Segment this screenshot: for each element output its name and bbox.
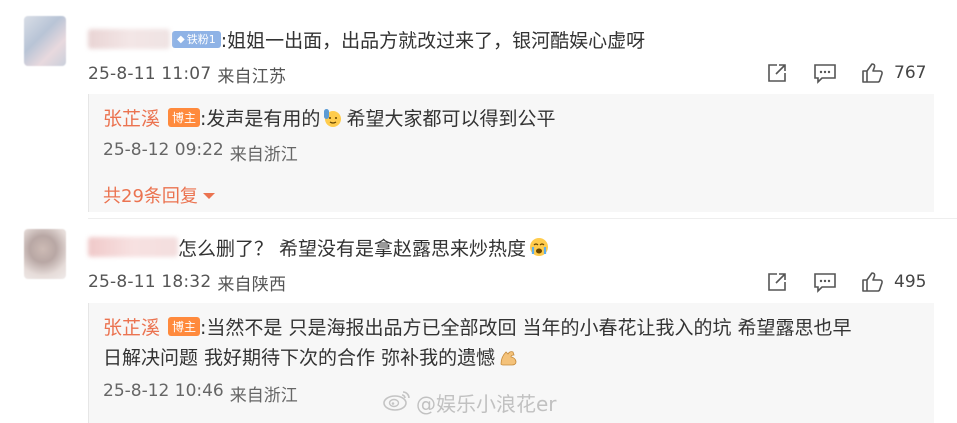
caret-down-icon [202,185,216,206]
more-replies-link[interactable]: 共29条回复 [103,182,216,208]
comment-main-line: ◆ 铁粉1 :姐姐一出面，出品方就改过来了，银河酷娱心虚呀 [88,26,645,52]
reply-location: 来自浙江 [229,145,298,165]
blurred-username[interactable] [88,237,178,257]
crying-emoji [528,236,550,258]
reply-text: :发声是有用的 [200,108,321,130]
avatar[interactable] [24,16,66,66]
reply-text: :当然不是 只是海报出品方已全部改回 当年的小春花让我入的坑 希望露思也早 [200,317,852,339]
fan-badge: ◆ 铁粉1 [172,30,221,48]
reply-author[interactable]: 张芷溪 [103,313,160,340]
like-count: 495 [894,272,927,292]
watermark-text: @娱乐小浪花er [416,392,557,416]
diamond-icon: ◆ [177,33,185,45]
comment-actions: 495 [760,269,926,295]
host-badge: 博主 [168,108,201,127]
like-icon[interactable] [860,269,886,295]
comment-actions: 767 [760,60,926,86]
comment-location: 来自江苏 [217,66,287,87]
reply-text-continued: 日解决问题 我好期待下次的合作 弥补我的遗憾 [103,347,496,369]
comment-time: 25-8-11 18:32 [88,272,212,292]
share-icon[interactable] [764,60,790,86]
comment-main-line: 怎么删了？ 希望没有是拿赵露思来炒热度 [88,234,552,260]
reply-line: 张芷溪 博主 :发声是有用的 希望大家都可以得到公平 [103,104,555,131]
comment-location: 来自陕西 [217,274,287,295]
more-replies-label: 共29条回复 [103,186,198,207]
comment-icon[interactable] [812,269,838,295]
comment-text: 怎么删了？ 希望没有是拿赵露思来炒热度 [178,237,527,260]
host-badge: 博主 [168,317,201,336]
comment-meta: 25-8-11 18:32 来自陕西 [88,271,287,295]
flexed-biceps-emoji [497,346,519,368]
reply-meta: 25-8-12 10:46 来自浙江 [103,381,298,406]
watermark: @娱乐小浪花er [382,388,557,417]
comment-meta: 25-8-11 11:07 来自江苏 [88,63,287,87]
reply-author[interactable]: 张芷溪 [103,104,160,131]
like-icon[interactable] [860,60,886,86]
reply-line: 张芷溪 博主 :当然不是 只是海报出品方已全部改回 当年的小春花让我入的坑 希望… [103,313,852,340]
reply-line-2: 日解决问题 我好期待下次的合作 弥补我的遗憾 [103,343,521,370]
like-count: 767 [894,63,927,83]
avatar[interactable] [24,229,66,279]
reply-meta: 25-8-12 09:22 来自浙江 [103,140,298,165]
fan-badge-label: 铁粉1 [186,33,216,46]
comment-item: ◆ 铁粉1 :姐姐一出面，出品方就改过来了，银河酷娱心虚呀 25-8-11 11… [0,0,957,212]
reply-text-continued: 希望大家都可以得到公平 [346,108,556,130]
comment-icon[interactable] [812,60,838,86]
reply-location: 来自浙江 [229,386,298,406]
blurred-username[interactable] [88,29,170,49]
raise-hand-emoji [322,107,344,129]
reply-time: 25-8-12 09:22 [103,140,224,160]
reply-time: 25-8-12 10:46 [103,381,224,401]
weibo-logo-icon [382,388,412,417]
reply-box: 张芷溪 博主 :发声是有用的 希望大家都可以得到公平 25-8-12 09:22… [88,94,934,212]
comment-time: 25-8-11 11:07 [88,64,212,84]
comment-text: :姐姐一出面，出品方就改过来了，银河酷娱心虚呀 [220,29,646,52]
share-icon[interactable] [764,269,790,295]
